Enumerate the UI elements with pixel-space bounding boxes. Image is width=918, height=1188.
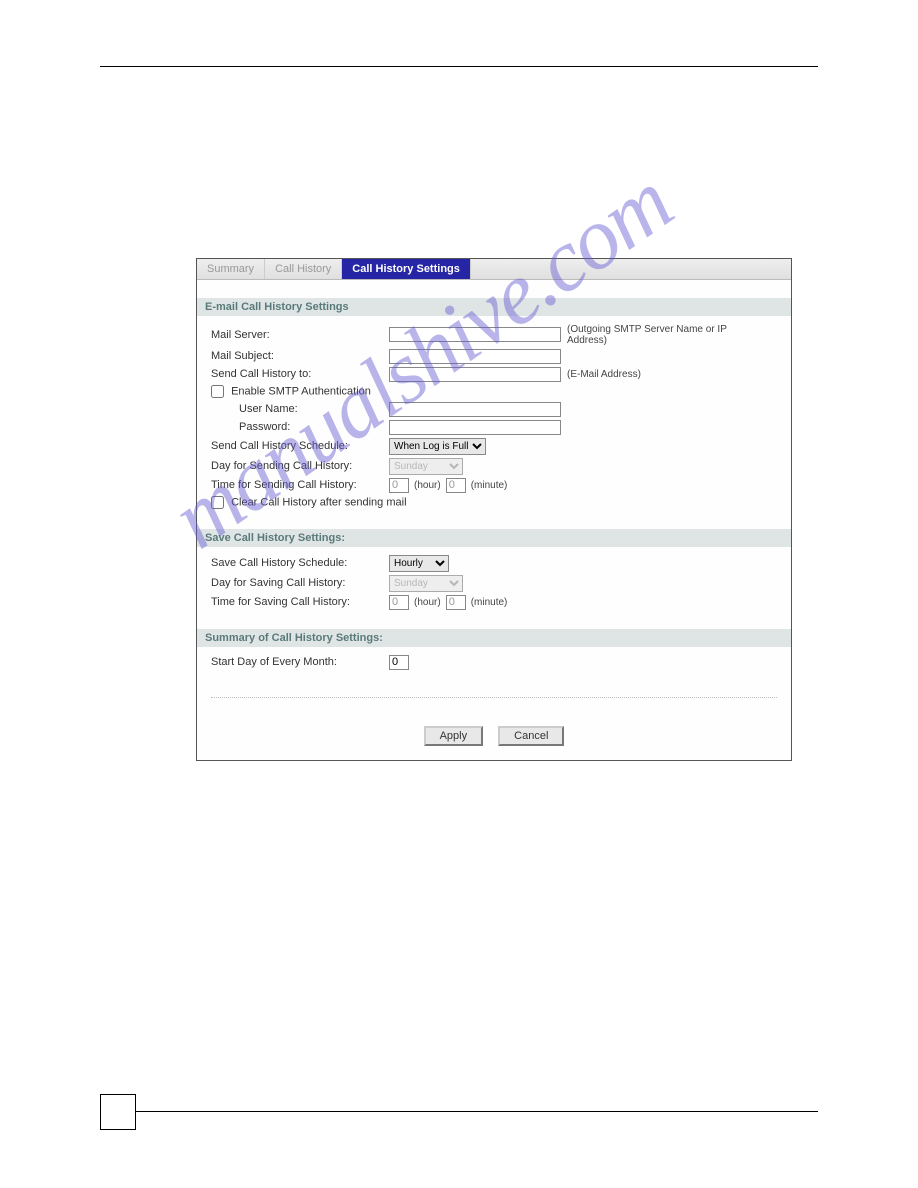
enable-smtp-label: Enable SMTP Authentication [231,385,371,397]
top-divider [100,66,818,67]
mail-server-hint: (Outgoing SMTP Server Name or IP Address… [567,324,757,346]
send-hour-input[interactable] [389,478,409,493]
enable-smtp-checkbox[interactable] [211,385,224,398]
save-schedule-label: Save Call History Schedule: [211,557,389,569]
hour-text: (hour) [414,480,441,491]
clear-history-label: Clear Call History after sending mail [231,496,406,508]
save-section-body: Save Call History Schedule: Hourly Day f… [197,547,791,615]
start-day-input[interactable] [389,655,409,670]
settings-panel: Summary Call History Call History Settin… [196,258,792,761]
send-to-input[interactable] [389,367,561,382]
tab-call-history[interactable]: Call History [265,259,342,279]
save-schedule-select[interactable]: Hourly [389,555,449,572]
mail-subject-label: Mail Subject: [211,350,389,362]
send-day-select: Sunday [389,458,463,475]
save-day-label: Day for Saving Call History: [211,577,389,589]
mail-server-label: Mail Server: [211,329,389,341]
start-day-label: Start Day of Every Month: [211,656,389,668]
save-section-header: Save Call History Settings: [197,529,791,547]
cancel-button[interactable]: Cancel [498,726,564,746]
user-name-input[interactable] [389,402,561,417]
password-input[interactable] [389,420,561,435]
send-to-hint: (E-Mail Address) [567,369,641,380]
save-minute-text: (minute) [471,597,508,608]
tab-summary[interactable]: Summary [197,259,265,279]
page-number-box [100,1094,136,1130]
send-schedule-label: Send Call History Schedule: [211,440,389,452]
save-minute-input[interactable] [446,595,466,610]
send-minute-input[interactable] [446,478,466,493]
apply-button[interactable]: Apply [424,726,484,746]
mail-server-input[interactable] [389,327,561,342]
email-section-body: Mail Server: (Outgoing SMTP Server Name … [197,316,791,515]
summary-section-body: Start Day of Every Month: [197,647,791,675]
send-schedule-select[interactable]: When Log is Full [389,438,486,455]
mail-subject-input[interactable] [389,349,561,364]
password-label: Password: [211,421,389,433]
save-day-select: Sunday [389,575,463,592]
email-section-header: E-mail Call History Settings [197,298,791,316]
button-bar: Apply Cancel [211,697,777,760]
summary-section-header: Summary of Call History Settings: [197,629,791,647]
clear-history-checkbox[interactable] [211,496,224,509]
user-name-label: User Name: [211,403,389,415]
send-time-label: Time for Sending Call History: [211,479,389,491]
save-hour-input[interactable] [389,595,409,610]
bottom-divider [136,1111,818,1112]
send-to-label: Send Call History to: [211,368,389,380]
tab-bar: Summary Call History Call History Settin… [197,259,791,280]
minute-text: (minute) [471,480,508,491]
tab-call-history-settings[interactable]: Call History Settings [342,259,471,279]
send-day-label: Day for Sending Call History: [211,460,389,472]
save-time-label: Time for Saving Call History: [211,596,389,608]
save-hour-text: (hour) [414,597,441,608]
